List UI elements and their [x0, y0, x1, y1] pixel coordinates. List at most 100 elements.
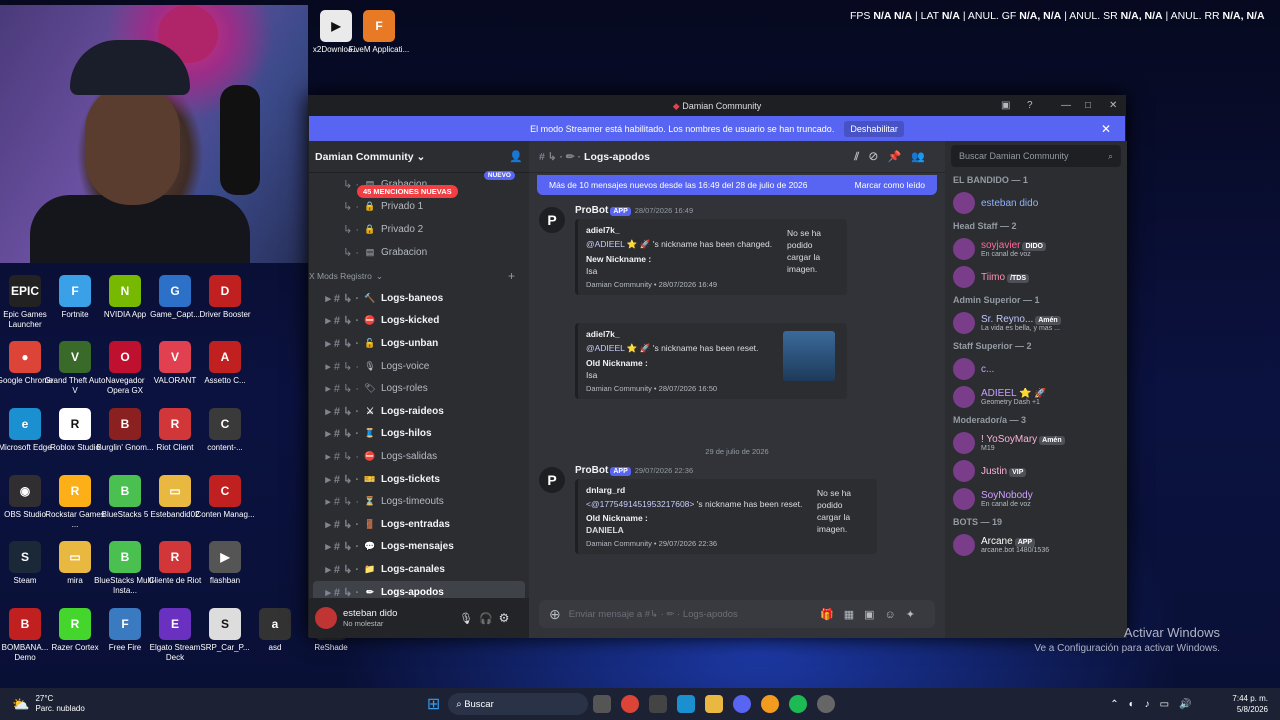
app-icon: R	[159, 408, 191, 440]
member-item[interactable]: esteban dido	[945, 189, 1127, 217]
apps-icon[interactable]: ✦	[906, 609, 925, 621]
channel-item[interactable]: ▸ # ↳ · 🚪 Logs-entradas	[309, 513, 529, 536]
avatar	[953, 192, 975, 214]
obs-taskbar-icon[interactable]	[817, 695, 836, 713]
channel-name: Logs-baneos	[381, 292, 444, 304]
member-group-title: Head Staff — 2	[953, 221, 1017, 231]
inbox-icon[interactable]: ▣	[1001, 96, 1010, 116]
member-item[interactable]: Justin VIP	[945, 457, 1127, 485]
mark-read-button[interactable]: Marcar como leído	[855, 180, 925, 190]
channel-item[interactable]: ▸ # ↳ · 💬 Logs-mensajes	[309, 536, 529, 559]
tray-icons[interactable]: ⌃◐♪▭🔊	[1110, 699, 1201, 710]
member-item[interactable]: ! YoSoyMary Amén M19	[945, 429, 1127, 457]
channel-item[interactable]: ▸ # ↳ · 🔓 Logs-unban	[309, 332, 529, 355]
desktop-icon[interactable]: Ccontent-...	[194, 408, 256, 453]
help-icon[interactable]: ?	[1027, 96, 1033, 116]
threads-icon[interactable]: ⫽	[854, 151, 869, 163]
maximize-button[interactable]: □	[1085, 96, 1091, 116]
channel-item[interactable]: ▸ # ↳ · ⛔ Logs-kicked	[309, 310, 529, 333]
category-mods-registro[interactable]: X Mods Registro ⌄ +	[309, 263, 529, 287]
desktop-icon-label: FiveM Applicati...	[348, 45, 410, 54]
discord-taskbar-icon[interactable]	[733, 695, 752, 713]
message-author[interactable]: ProBot	[575, 465, 608, 476]
channel-item[interactable]: ▸ # ↳ · 🧵 Logs-hilos	[309, 423, 529, 446]
bot-avatar[interactable]: P	[539, 467, 565, 493]
desktop-icon-label: Driver Booster	[199, 310, 251, 319]
desktop-icon[interactable]: F FiveM Applicati...	[348, 10, 410, 55]
member-item[interactable]: soyjavier DIDO En canal de voz	[945, 235, 1127, 263]
channel-item[interactable]: ▸ # ↳ · 🔨 Logs-baneos	[309, 287, 529, 310]
chrome-profile-taskbar-icon[interactable]	[761, 695, 780, 713]
embed-mention[interactable]: @ADIEEL ⭐ 🚀	[586, 343, 650, 353]
embed-mention[interactable]: <@1775491451953217608>	[586, 499, 694, 509]
desktop-icon[interactable]: ▶ flashban	[194, 541, 256, 586]
avatar[interactable]	[315, 607, 337, 629]
member-item[interactable]: Tiimo/TDS	[945, 263, 1127, 291]
performance-overlay: FPS N/A N/A | LAT N/A | ANUL. GF N/A, N/…	[850, 10, 1265, 22]
mute-icon[interactable]: ⊘	[869, 151, 887, 163]
sticker-icon[interactable]: ▣	[864, 609, 884, 621]
disable-streamer-button[interactable]: Deshabilitar	[844, 120, 904, 137]
desktop-icon[interactable]: A Assetto C...	[194, 341, 256, 386]
member-name: Justin	[981, 465, 1008, 477]
chrome-taskbar-icon[interactable]	[621, 695, 640, 713]
channel-item[interactable]: ▸ # ↳ · 🏷 Logs-roles	[309, 377, 529, 400]
add-channel-icon[interactable]: +	[508, 269, 515, 283]
clock[interactable]: 7:44 p. m. 5/8/2026	[1232, 693, 1268, 715]
add-member-icon[interactable]: 👤	[509, 150, 523, 163]
member-item[interactable]: ADIEEL ⭐ 🚀 Geometry Dash +1	[945, 383, 1127, 411]
channel-item[interactable]: ▸ # ↳ · ⛔ Logs-salidas	[309, 445, 529, 468]
channel-item[interactable]: ↳ · ▤ Grabacion	[309, 241, 529, 264]
composer-input[interactable]: Enviar mensaje a #↳ · ✏ · Logs-apodos	[569, 609, 812, 620]
add-attachment-icon[interactable]: ⊕	[549, 606, 561, 623]
search-box[interactable]: Buscar Damian Community ⌕	[951, 145, 1121, 167]
embed-action: 's nickname has been reset.	[696, 499, 803, 509]
channel-item[interactable]: ↳ · 🔒 Privado 2	[309, 218, 529, 241]
channel-item[interactable]: ▸ # ↳ · ⚔ Logs-raideos	[309, 400, 529, 423]
gif-icon[interactable]: ▦	[844, 609, 864, 621]
embed-mention[interactable]: @ADIEEL ⭐ 🚀	[586, 239, 650, 249]
channel-item[interactable]: ▸ # ↳ · 🎙 Logs-voice	[309, 355, 529, 378]
settings-gear-icon[interactable]: ⚙	[499, 611, 510, 625]
app-taskbar-icon[interactable]	[649, 695, 668, 713]
member-item[interactable]: Sr. Reyno... Amén La vida es bella, y mas …	[945, 309, 1127, 337]
headphones-icon[interactable]: 🎧	[479, 612, 493, 625]
windows-start-icon[interactable]: ⊞	[427, 694, 440, 714]
search-input[interactable]: Buscar Damian Community	[959, 151, 1069, 161]
weather-widget[interactable]: 27°C Parc. nublado	[35, 694, 84, 714]
spotify-taskbar-icon[interactable]	[789, 695, 808, 713]
server-header[interactable]: Damian Community ⌄ 👤	[309, 141, 529, 173]
member-item[interactable]: c...	[945, 355, 1127, 383]
close-button[interactable]: ✕	[1109, 96, 1117, 116]
channel-item[interactable]: ▸ # ↳ · ⏳ Logs-timeouts	[309, 490, 529, 513]
desktop-icon[interactable]: D Driver Booster	[194, 275, 256, 320]
new-messages-bar[interactable]: Más de 10 mensajes nuevos desde las 16:4…	[537, 175, 937, 195]
close-banner-icon[interactable]: ✕	[1101, 122, 1111, 136]
app-icon: F	[59, 275, 91, 307]
store-taskbar-icon[interactable]	[677, 695, 696, 713]
desktop-icon[interactable]: C Conten Manag...	[194, 475, 256, 520]
minimize-button[interactable]: —	[1061, 96, 1071, 116]
desktop-icon[interactable]: a asd	[244, 608, 306, 653]
message-author[interactable]: ProBot	[575, 205, 608, 216]
mentions-badge[interactable]: 45 MENCIONES NUEVAS	[357, 185, 458, 198]
explorer-taskbar-icon[interactable]	[705, 695, 724, 713]
taskbar-search[interactable]: ⌕ Buscar	[448, 693, 589, 715]
pin-icon[interactable]: 📌	[888, 151, 912, 163]
microphone-icon[interactable]: 🎙	[459, 612, 473, 625]
members-icon[interactable]: 👥	[911, 151, 935, 163]
taskbar: ⛅ 27°C Parc. nublado ⊞ ⌕ Buscar ⌃◐♪▭🔊 7:4…	[0, 688, 1280, 720]
member-item[interactable]: Arcane APP arcane.bot 1480/1536	[945, 531, 1127, 559]
message-composer[interactable]: ⊕ Enviar mensaje a #↳ · ✏ · Logs-apodos …	[539, 600, 935, 628]
channel-item[interactable]: ▸ # ↳ · 📁 Logs-canales	[309, 558, 529, 581]
emoji-icon[interactable]: ☺	[885, 609, 906, 621]
channel-item[interactable]: ↳ · 🔒 Privado 1	[309, 196, 529, 219]
member-tag: DIDO	[1022, 242, 1046, 251]
member-item[interactable]: SoyNobody En canal de voz	[945, 485, 1127, 513]
member-name: Sr. Reyno...	[981, 314, 1034, 325]
task-view-icon[interactable]	[593, 695, 612, 713]
bot-avatar[interactable]: P	[539, 207, 565, 233]
channel-item[interactable]: ▸ # ↳ · 🎫 Logs-tickets	[309, 468, 529, 491]
weather-icon[interactable]: ⛅	[12, 696, 29, 713]
gift-icon[interactable]: 🎁	[820, 609, 844, 621]
